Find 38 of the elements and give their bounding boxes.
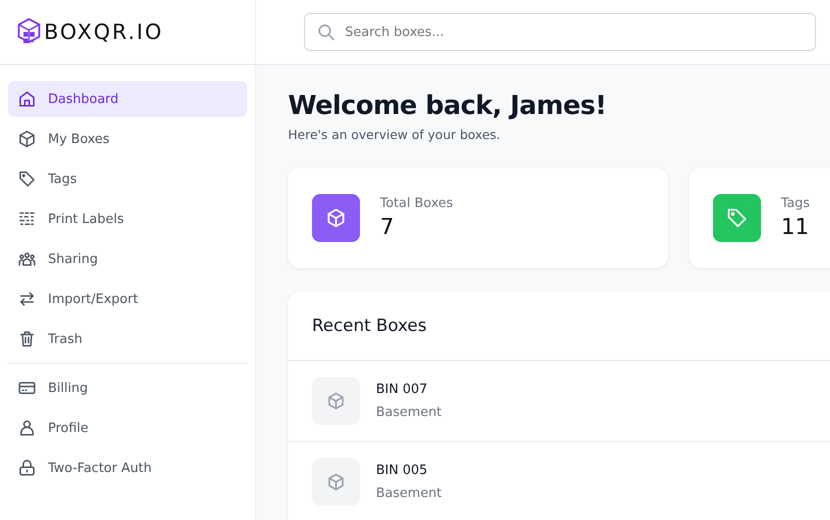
sidebar-item[interactable]: Two-Factor Auth xyxy=(8,450,247,486)
box-name: BIN 005 xyxy=(376,463,428,478)
panel-title: Recent Boxes xyxy=(288,292,830,361)
sidebar-item[interactable]: Dashboard xyxy=(8,81,247,117)
stat-label: Total Boxes xyxy=(380,196,454,211)
home-icon xyxy=(18,90,36,108)
trash-icon xyxy=(18,330,36,348)
cube-icon xyxy=(312,377,360,425)
box-name: BIN 007 xyxy=(376,382,428,397)
logo-text: BOXQR.IO xyxy=(44,20,164,44)
stat-value: 7 xyxy=(380,215,395,240)
welcome-heading: Welcome back, James! xyxy=(288,91,608,121)
sidebar-item[interactable]: Profile xyxy=(8,410,247,446)
welcome-subtitle: Here's an overview of your boxes. xyxy=(288,127,502,142)
stat-label: Tags xyxy=(781,196,810,211)
lock-icon xyxy=(18,459,36,477)
tag-icon xyxy=(18,170,36,188)
sidebar-item[interactable]: Import/Export xyxy=(8,281,247,317)
box-location: Basement xyxy=(376,405,442,420)
cube-icon xyxy=(18,130,36,148)
box-location: Basement xyxy=(376,486,442,501)
sidebar-item[interactable]: Billing xyxy=(8,370,247,406)
search-icon xyxy=(316,22,336,42)
sidebar-item[interactable]: Tags xyxy=(8,161,247,197)
user-icon xyxy=(18,419,36,437)
stat-value: 11 xyxy=(781,215,810,240)
sidebar-item[interactable]: Trash xyxy=(8,321,247,357)
sidebar-item[interactable]: My Boxes xyxy=(8,121,247,157)
cube-icon xyxy=(312,458,360,506)
sidebar-item[interactable]: Print Labels xyxy=(8,201,247,237)
users-icon xyxy=(18,250,36,268)
box-row[interactable]: BIN 007 Basement xyxy=(288,361,830,442)
sidebar-item[interactable]: Sharing xyxy=(8,241,247,277)
search-field[interactable]: Search boxes... xyxy=(304,13,816,51)
box-row[interactable]: BIN 005 Basement xyxy=(288,442,830,520)
credit-card-icon xyxy=(18,379,36,397)
swap-arrows-icon xyxy=(18,290,36,308)
label-icon xyxy=(18,210,36,228)
